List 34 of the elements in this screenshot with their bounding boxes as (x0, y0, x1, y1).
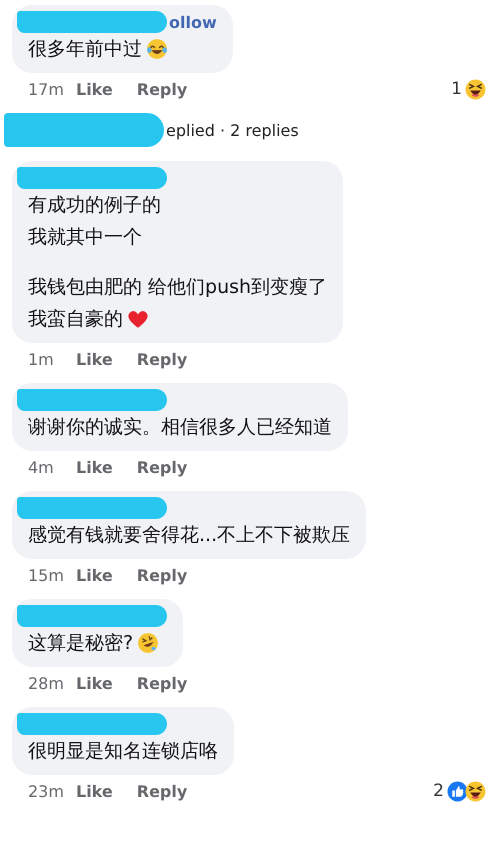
laughing-reaction-icon (465, 78, 486, 100)
comment-time: 15m (28, 566, 65, 584)
reply-link[interactable]: Reply (136, 674, 188, 692)
reply-link[interactable]: Reply (136, 782, 188, 800)
comment-time: 4m (28, 458, 55, 476)
follow-link[interactable]: ollow (169, 12, 217, 32)
comment-text: 很明显是知名连锁店咯 (28, 739, 218, 764)
rolling-laughing-emoji-icon (137, 632, 160, 654)
thumbs-up-reaction-icon (447, 780, 468, 802)
reaction-count: 2 (433, 781, 444, 801)
replies-link[interactable]: eplied · 2 replies (166, 120, 299, 140)
comment-time: 1m (28, 350, 55, 368)
comment-time: 28m (28, 674, 65, 692)
comment-time: 23m (28, 782, 65, 800)
like-link[interactable]: Like (76, 674, 113, 692)
heart-icon (127, 308, 149, 330)
like-link[interactable]: Like (76, 350, 113, 368)
like-link[interactable]: Like (76, 566, 113, 584)
comment-text: 这算是秘密? (28, 627, 167, 659)
comment-text: 很多年前中过 (28, 33, 217, 65)
reply-link[interactable]: Reply (136, 80, 188, 98)
comment-text: 感觉有钱就要舍得花...不上不下被欺压 (28, 523, 350, 548)
laughing-reaction-icon (465, 780, 486, 802)
like-link[interactable]: Like (76, 458, 113, 476)
like-link[interactable]: Like (76, 782, 113, 800)
laughing-emoji-icon (146, 38, 168, 60)
comment-text: 谢谢你的诚实。相信很多人已经知道 (28, 415, 332, 440)
reply-link[interactable]: Reply (136, 350, 188, 368)
like-link[interactable]: Like (76, 80, 113, 98)
comment-text: 有成功的例子的 我就其中一个 我钱包由肥的 给他们push到变瘦了 我蛮自豪的 (28, 193, 328, 332)
reaction-count: 1 (451, 79, 462, 99)
reply-link[interactable]: Reply (136, 458, 188, 476)
comment-time: 17m (28, 80, 65, 98)
reply-link[interactable]: Reply (136, 566, 188, 584)
